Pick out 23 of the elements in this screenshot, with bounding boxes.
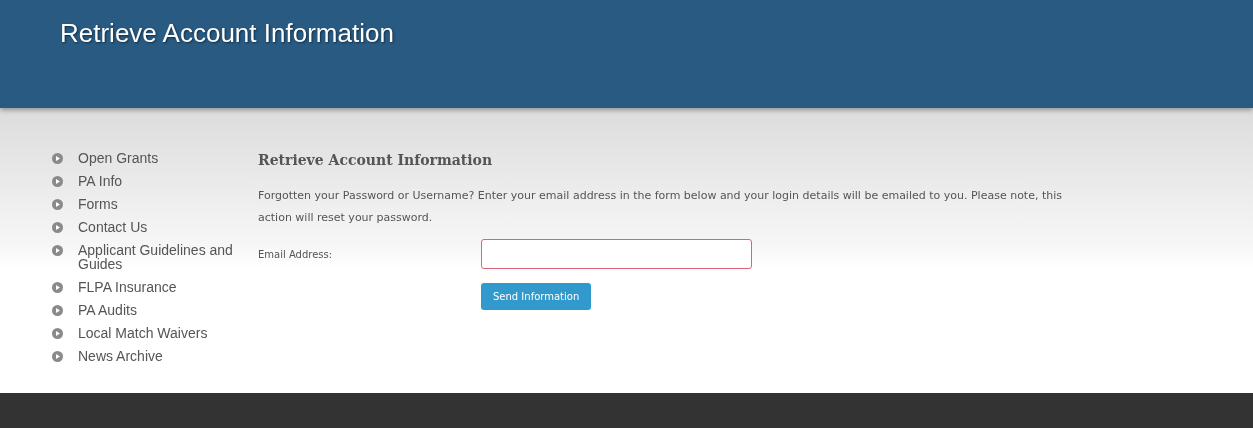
sidebar-link[interactable]: News Archive — [78, 349, 258, 363]
section-heading: Retrieve Account Information — [258, 152, 494, 168]
arrow-bullet-icon — [52, 282, 63, 293]
arrow-bullet-icon — [52, 176, 63, 187]
email-label: Email Address: — [258, 248, 334, 260]
sidebar-link[interactable]: Forms — [78, 197, 258, 211]
sidebar-link[interactable]: Applicant Guidelines and Guides — [78, 243, 258, 271]
arrow-bullet-icon — [52, 328, 63, 339]
arrow-bullet-icon — [52, 153, 63, 164]
arrow-bullet-icon — [52, 305, 63, 316]
email-field[interactable] — [481, 239, 752, 269]
sidebar-link[interactable]: PA Audits — [78, 303, 258, 317]
arrow-bullet-icon — [52, 222, 63, 233]
sidebar-link[interactable]: Contact Us — [78, 220, 258, 234]
intro-text: Forgotten your Password or Username? Enter your email address in the form below and your login details will be emailed to you. Please note, this action will reset your password. — [258, 188, 1063, 226]
page-title: Retrieve Account Information — [60, 18, 394, 49]
sidebar-link[interactable]: FLPA Insurance — [78, 280, 258, 294]
sidebar-link[interactable]: Local Match Waivers — [78, 326, 258, 340]
arrow-bullet-icon — [52, 245, 63, 256]
arrow-bullet-icon — [52, 351, 63, 362]
sidebar-link[interactable]: Open Grants — [78, 151, 258, 165]
arrow-bullet-icon — [52, 199, 63, 210]
sidebar-link[interactable]: PA Info — [78, 174, 258, 188]
